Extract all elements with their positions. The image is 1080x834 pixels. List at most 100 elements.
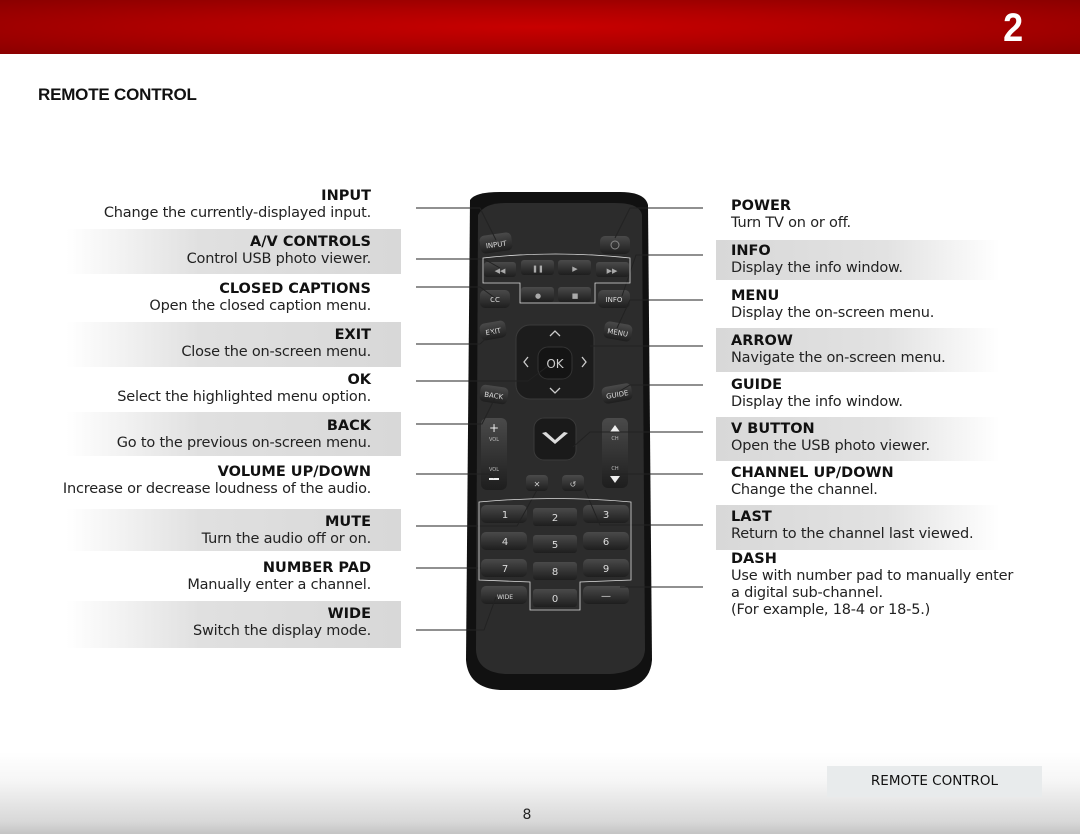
label-title: OK: [347, 372, 371, 388]
remote-part: [558, 260, 591, 275]
remote-part: [521, 287, 554, 302]
label-desc: Open the USB photo viewer.: [731, 438, 930, 454]
remote-part: [616, 299, 703, 329]
group-outlines: [478, 253, 632, 611]
volume-up-icon: +: [489, 421, 499, 435]
label-title: INFO: [731, 243, 771, 259]
pause-icon: ❚❚: [532, 265, 544, 273]
label-desc: Close the on-screen menu.: [181, 344, 371, 360]
remote-part: [416, 331, 494, 345]
label-title: V BUTTON: [731, 421, 815, 437]
remote-part: VOL: [489, 437, 499, 443]
remote-part: [533, 508, 577, 526]
remote-part: [416, 397, 496, 425]
fast-forward-icon: ▶▶: [607, 267, 618, 275]
remote-part: 4: [502, 537, 508, 548]
remote-part: CC: [490, 296, 500, 304]
last-button: [562, 475, 584, 491]
remote-part: 3: [603, 510, 609, 521]
remote-part: [416, 596, 497, 631]
remote-part: [533, 562, 577, 580]
remote-part: 5: [552, 540, 558, 551]
mute-icon: ✕: [534, 480, 541, 489]
remote-part: ◀◀ ❚❚ ▶ ▶▶ ● ■: [495, 265, 618, 300]
label-desc: Increase or decrease loudness of the aud…: [62, 481, 371, 497]
label-desc: Turn the audio off or on.: [201, 531, 372, 547]
callout-lines: [416, 207, 703, 631]
number-pad: [481, 505, 629, 607]
label-title: NUMBER PAD: [262, 560, 371, 576]
last-icon: ↺: [570, 480, 577, 489]
channel-down-icon: [610, 476, 620, 483]
chapter-number: 2: [1002, 6, 1023, 50]
label-power: POWER Turn TV on or off.: [716, 198, 1021, 232]
remote-part: [583, 505, 629, 523]
play-icon: ▶: [572, 265, 578, 273]
label-desc: Go to the previous on-screen menu.: [116, 435, 371, 451]
label-title: VOLUME UP/DOWN: [217, 464, 371, 480]
label-title: INPUT: [321, 188, 371, 204]
input-button: INPUT: [479, 232, 513, 254]
remote-part: [521, 260, 554, 275]
remote-part: BACK: [484, 391, 504, 402]
remote-part: CH: [611, 466, 618, 472]
menu-button: MENU: [603, 321, 633, 342]
label-desc: Open the closed caption menu.: [149, 298, 371, 314]
page-title: REMOTE CONTROL: [38, 85, 197, 104]
label-exit: EXIT Close the on-screen menu.: [0, 327, 386, 361]
label-desc-example: (For example, 18-4 or 18-5.): [731, 602, 931, 618]
remote-part: [584, 489, 703, 526]
remote-part: GUIDE: [606, 389, 629, 401]
label-dash: DASH Use with number pad to manually ente…: [716, 551, 1021, 619]
label-av-controls: A/V CONTROLS Control USB photo viewer.: [0, 234, 386, 268]
footer-section-label[interactable]: REMOTE CONTROL: [827, 766, 1042, 797]
power-button: [600, 236, 630, 254]
label-desc: Display the info window.: [731, 260, 903, 276]
arrow-left-icon: [523, 356, 529, 368]
label-title: POWER: [731, 198, 792, 214]
header-bar: [0, 0, 1080, 54]
remote-part: INFO: [606, 296, 623, 304]
label-title: MUTE: [325, 514, 371, 530]
remote-part: [416, 207, 497, 241]
label-desc: Display the on-screen menu.: [731, 305, 935, 321]
label-input: INPUT Change the currently-displayed inpu…: [0, 188, 386, 222]
label-title: BACK: [326, 418, 371, 434]
remote-part: [533, 589, 577, 607]
remote-part: MENU: [607, 327, 629, 338]
arrow-up-icon: [549, 330, 561, 337]
remote-part: [583, 532, 629, 550]
volume-down-icon: [489, 478, 499, 480]
remote-part: [481, 559, 527, 577]
remote-part: [482, 253, 631, 304]
label-mute: MUTE Turn the audio off or on.: [0, 514, 386, 548]
info-button: INFO: [598, 290, 630, 308]
remote-part: [416, 473, 495, 479]
label-info: INFO Display the info window.: [716, 243, 1021, 277]
arrow-down-icon: [549, 387, 561, 394]
remote-part: [481, 532, 527, 550]
remote-part: [416, 365, 549, 382]
volume-rocker: [481, 418, 507, 490]
remote-part: [480, 290, 510, 308]
arrow-pad: [515, 324, 595, 400]
channel-rocker: [602, 418, 628, 488]
label-title: DASH: [731, 551, 777, 567]
ok-label: OK: [546, 357, 564, 371]
remote-part: [479, 320, 507, 341]
label-desc: Turn TV on or off.: [731, 215, 851, 231]
remote-part: [572, 431, 703, 448]
label-menu: MENU Display the on-screen menu.: [716, 288, 1021, 322]
label-title: CHANNEL UP/DOWN: [731, 465, 894, 481]
label-number-pad: NUMBER PAD Manually enter a channel.: [0, 560, 386, 594]
label-title: GUIDE: [731, 377, 783, 393]
wide-button: [481, 586, 527, 604]
remote-part: 6: [603, 537, 609, 548]
arrow-right-icon: [581, 356, 587, 368]
label-desc: Use with number pad to manually enter a …: [731, 568, 1014, 601]
remote-part: 9: [603, 564, 609, 575]
remote-part: [596, 262, 629, 277]
back-button: BACK: [479, 384, 509, 405]
dash-button: [583, 586, 629, 604]
label-wide: WIDE Switch the display mode.: [0, 606, 386, 640]
